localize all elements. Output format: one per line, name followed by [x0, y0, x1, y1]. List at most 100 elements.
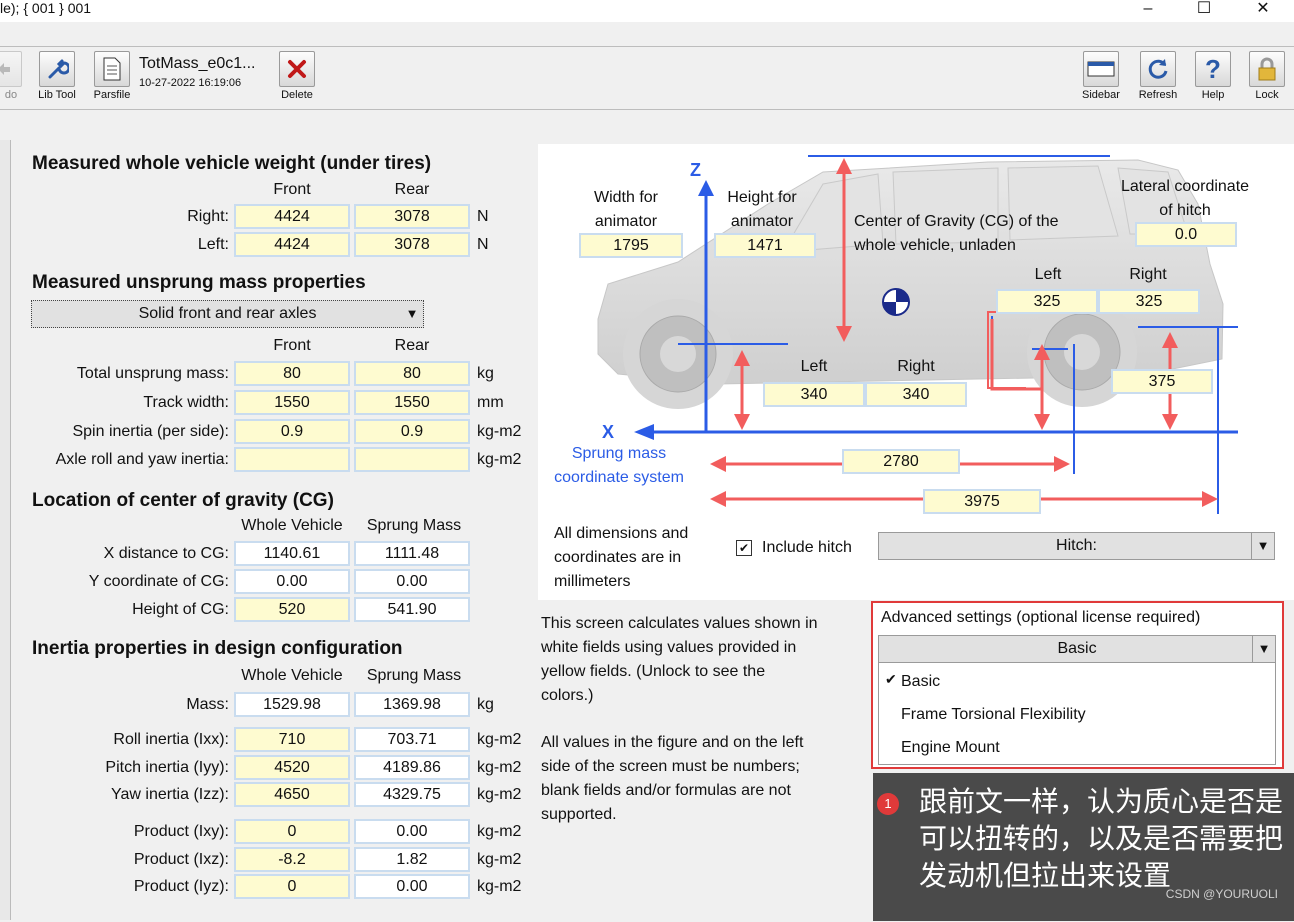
info-paragraph-1: This screen calculates values shown in w…: [541, 615, 818, 704]
lateral-hitch-field[interactable]: 0.0: [1135, 222, 1237, 247]
menu-item-engine-mount[interactable]: Engine Mount: [901, 739, 1000, 757]
cg-row-1-label: Y coordinate of CG:: [88, 573, 229, 590]
cg-row-0-b-field: 1111.48: [354, 541, 470, 566]
axle-type-select[interactable]: Solid front and rear axles ▼: [31, 300, 424, 328]
lib-tool-button[interactable]: Lib Tool: [34, 51, 80, 101]
unsprung-row-3-label: Axle roll and yaw inertia:: [55, 451, 229, 468]
lock-label: Lock: [1255, 89, 1279, 101]
unsprung-row-3-b-field[interactable]: [354, 447, 470, 472]
height-field[interactable]: 1471: [714, 233, 816, 258]
width-label: Width for animator: [593, 189, 658, 230]
cg-row-2-b-field: 541.90: [354, 597, 470, 622]
wrench-icon: [39, 51, 75, 87]
parsfile-button[interactable]: Parsfile: [90, 51, 134, 101]
unsprung-row-2-b-field[interactable]: 0.9: [354, 419, 470, 444]
inertia-row-2-a-field[interactable]: 4650: [234, 782, 350, 807]
hitch-select-value: Hitch:: [1056, 537, 1097, 554]
inertia-row-1-label: Pitch inertia (Iyy):: [105, 759, 229, 776]
x-axis-label: X: [602, 422, 615, 442]
maximize-icon[interactable]: ☐: [1189, 0, 1219, 22]
inertia-row-2-unit: kg-m2: [477, 786, 522, 803]
product-row-0-a-field[interactable]: 0: [234, 819, 350, 844]
include-hitch-checkbox[interactable]: ✔: [736, 540, 752, 556]
product-row-1-a-field[interactable]: -8.2: [234, 847, 350, 872]
wheelbase-field[interactable]: 2780: [842, 449, 960, 474]
weight-right-rear-field[interactable]: 3078: [354, 204, 470, 229]
unsprung-row-3-unit: kg-m2: [477, 451, 522, 468]
cg-row-1-a-field: 0.00: [234, 569, 350, 594]
refresh-icon: [1140, 51, 1176, 87]
delete-x-icon: [279, 51, 315, 87]
lib-tool-label: Lib Tool: [38, 89, 76, 101]
advanced-settings-select[interactable]: Basic ▼: [878, 635, 1276, 663]
lock-button[interactable]: Lock: [1247, 51, 1287, 101]
document-icon: [94, 51, 130, 87]
inertia-row-1-unit: kg-m2: [477, 759, 522, 776]
unsprung-row-1-unit: mm: [477, 394, 504, 411]
chevron-down-icon: ▼: [1251, 533, 1274, 559]
info-paragraph-2: All values in the figure and on the left…: [541, 734, 804, 823]
menu-item-basic[interactable]: Basic: [901, 673, 940, 691]
unsprung-row-1-a-field[interactable]: 1550: [234, 390, 350, 415]
unsprung-row-2-a-field[interactable]: 0.9: [234, 419, 350, 444]
hitch-select[interactable]: Hitch: ▼: [878, 532, 1275, 560]
undo-button[interactable]: do: [0, 51, 24, 101]
close-icon[interactable]: ✕: [1248, 0, 1278, 22]
delete-button[interactable]: Delete: [277, 51, 317, 101]
cg-row-2-label: Height of CG:: [132, 601, 229, 618]
unsprung-row-2-label: Spin inertia (per side):: [72, 423, 229, 440]
unsprung-row-0-unit: kg: [477, 365, 494, 382]
weight-unit: N: [477, 208, 489, 225]
unsprung-section-title: Measured unsprung mass properties: [32, 272, 366, 293]
height-label: Height for animator: [727, 189, 797, 230]
dataset-name[interactable]: TotMass_e0c1...: [139, 55, 256, 73]
cg-description: Center of Gravity (CG) of the whole vehi…: [854, 213, 1059, 254]
advanced-settings-panel: Advanced settings (optional license requ…: [871, 601, 1284, 769]
hitch-x-field[interactable]: 3975: [923, 489, 1041, 514]
unsprung-row-3-a-field[interactable]: [234, 447, 350, 472]
product-row-2-a-field[interactable]: 0: [234, 874, 350, 899]
product-row-0-unit: kg-m2: [477, 823, 522, 840]
weight-left-rear-field[interactable]: 3078: [354, 232, 470, 257]
hitch-right-field[interactable]: 325: [1098, 289, 1200, 314]
weight-unit: N: [477, 236, 489, 253]
weight-left-front-field[interactable]: 4424: [234, 232, 350, 257]
z-axis-label: Z: [690, 160, 701, 180]
weight-right-front-field[interactable]: 4424: [234, 204, 350, 229]
toolbar: do Lib Tool Parsfile TotMass_e0c1... 10-…: [0, 46, 1294, 110]
undo-icon: [0, 51, 22, 87]
hitch-left-field[interactable]: 325: [996, 289, 1098, 314]
cg-row-2-a-field[interactable]: 520: [234, 597, 350, 622]
parsfile-label: Parsfile: [93, 89, 131, 101]
width-field[interactable]: 1795: [579, 233, 683, 258]
unsprung-col-front: Front: [273, 337, 311, 354]
unsprung-row-0-label: Total unsprung mass:: [76, 365, 229, 382]
help-button[interactable]: ? Help: [1193, 51, 1233, 101]
front-left-field[interactable]: 340: [763, 382, 865, 407]
sidebar-button[interactable]: Sidebar: [1078, 51, 1124, 101]
minimize-icon[interactable]: –: [1133, 0, 1163, 22]
sidebar-icon: [1083, 51, 1119, 87]
refresh-button[interactable]: Refresh: [1136, 51, 1180, 101]
inertia-row-2-label: Yaw inertia (Izz):: [111, 786, 229, 803]
product-row-2-unit: kg-m2: [477, 878, 522, 895]
include-hitch-label: Include hitch: [762, 539, 852, 556]
dataset-date: 10-27-2022 16:19:06: [139, 77, 242, 89]
mass-label: Mass:: [186, 696, 229, 713]
unsprung-row-0-a-field[interactable]: 80: [234, 361, 350, 386]
unsprung-row-0-b-field[interactable]: 80: [354, 361, 470, 386]
unsprung-row-2-unit: kg-m2: [477, 423, 522, 440]
unsprung-row-1-b-field[interactable]: 1550: [354, 390, 470, 415]
window-title: le); { 001 } 001: [0, 0, 92, 16]
advanced-settings-title: Advanced settings (optional license requ…: [881, 609, 1201, 626]
coord-system-label: Sprung mass coordinate system: [554, 445, 684, 486]
undo-label: do: [4, 89, 18, 101]
cg-row-1-b-field: 0.00: [354, 569, 470, 594]
hitch-left-label: Left: [1034, 266, 1062, 283]
front-right-field[interactable]: 340: [865, 382, 967, 407]
inertia-col-sprung: Sprung Mass: [366, 667, 462, 684]
hitch-height-field[interactable]: 375: [1111, 369, 1213, 394]
menu-item-frame-torsional[interactable]: Frame Torsional Flexibility: [901, 706, 1086, 724]
inertia-row-0-a-field[interactable]: 710: [234, 727, 350, 752]
inertia-row-1-a-field[interactable]: 4520: [234, 755, 350, 780]
